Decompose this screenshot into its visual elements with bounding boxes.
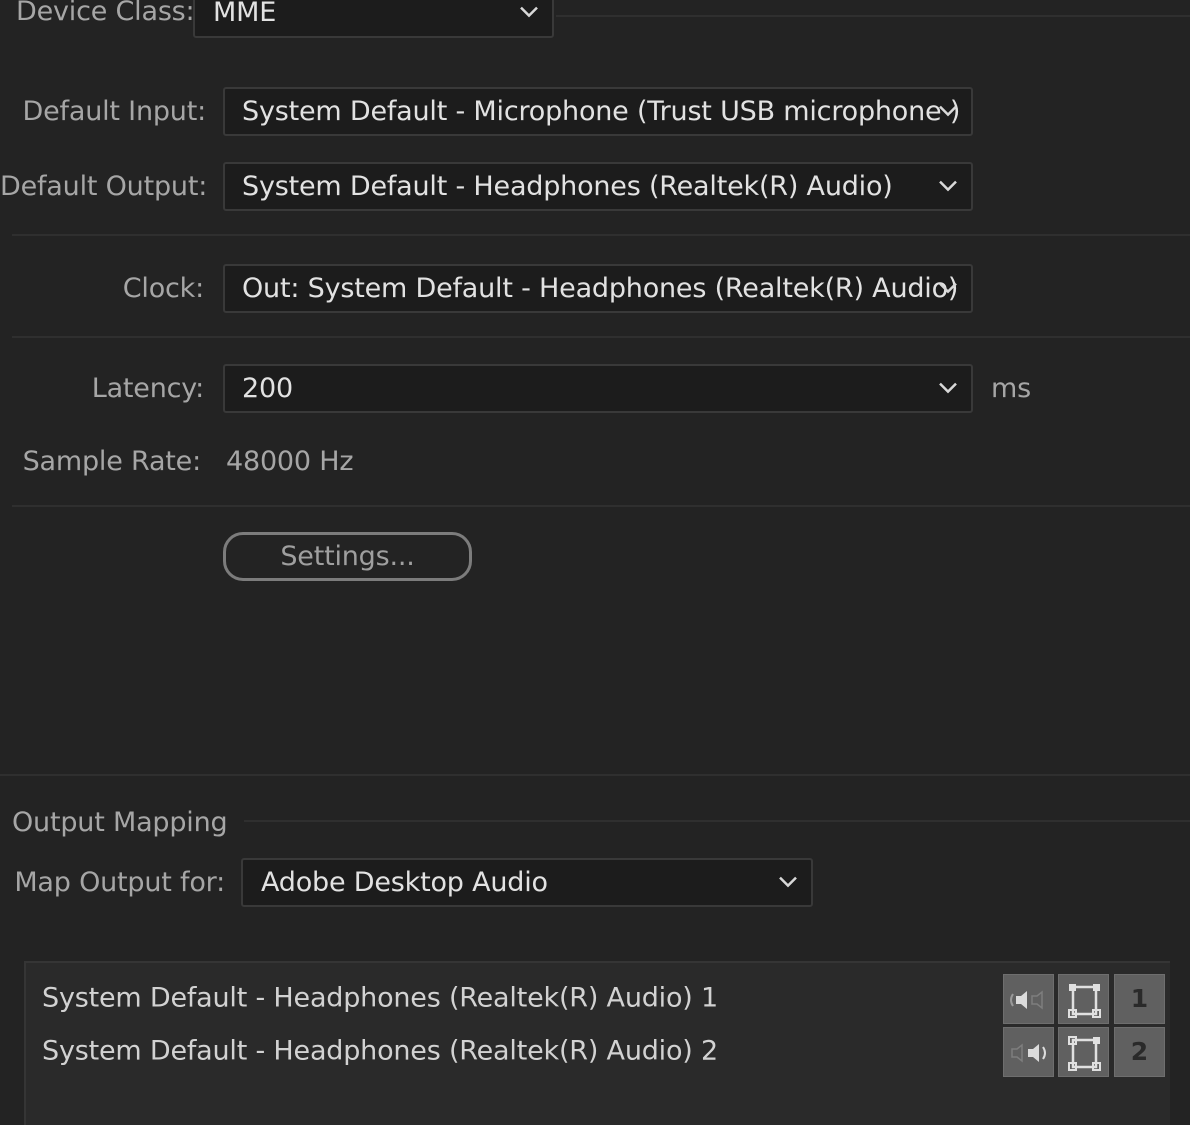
left-speaker-tile[interactable] <box>1003 974 1054 1024</box>
channel-number: 2 <box>1130 1036 1149 1066</box>
speaker-layout-icon <box>1068 984 1101 1018</box>
default-output-label: Default Output: <box>0 171 208 202</box>
clock-label: Clock: <box>122 273 204 304</box>
device-class-value: MME <box>213 0 277 28</box>
list-item: System Default - Headphones (Realtek(R) … <box>26 1026 1170 1078</box>
device-class-dropdown[interactable]: MME <box>193 0 554 38</box>
right-speaker-icon <box>1011 1043 1046 1063</box>
channel-number: 1 <box>1130 983 1149 1013</box>
audio-hardware-preferences: Device Class: MME Default Input: System … <box>0 0 1190 1125</box>
section-divider <box>0 774 1190 776</box>
chevron-down-icon <box>939 282 957 293</box>
chevron-down-icon <box>779 876 797 887</box>
sample-rate-label: Sample Rate: <box>22 446 202 477</box>
default-input-dropdown[interactable]: System Default - Microphone (Trust USB m… <box>223 87 973 136</box>
device-class-label: Device Class: <box>16 0 195 27</box>
divider <box>12 505 1190 507</box>
device-mapping-tile[interactable] <box>1058 974 1109 1024</box>
latency-label: Latency: <box>91 373 204 404</box>
map-output-for-value: Adobe Desktop Audio <box>261 866 548 898</box>
mapping-row-label: System Default - Headphones (Realtek(R) … <box>42 982 718 1014</box>
clock-value: Out: System Default - Headphones (Realte… <box>242 272 959 304</box>
channel-number-tile[interactable]: 2 <box>1114 1027 1165 1077</box>
settings-button[interactable]: Settings... <box>223 532 472 581</box>
clock-dropdown[interactable]: Out: System Default - Headphones (Realte… <box>223 264 973 313</box>
default-output-dropdown[interactable]: System Default - Headphones (Realtek(R) … <box>223 162 973 211</box>
device-class-divider <box>556 15 1190 17</box>
output-mapping-divider <box>244 820 1190 822</box>
chevron-down-icon <box>939 105 957 116</box>
divider <box>12 234 1190 236</box>
list-item: System Default - Headphones (Realtek(R) … <box>26 973 1170 1025</box>
mapping-row-label: System Default - Headphones (Realtek(R) … <box>42 1035 718 1067</box>
latency-unit: ms <box>991 373 1031 404</box>
divider <box>12 336 1190 338</box>
default-output-value: System Default - Headphones (Realtek(R) … <box>242 170 893 202</box>
output-mapping-list: System Default - Headphones (Realtek(R) … <box>24 961 1170 1125</box>
right-speaker-tile[interactable] <box>1003 1027 1054 1077</box>
chevron-down-icon <box>939 382 957 393</box>
map-output-for-dropdown[interactable]: Adobe Desktop Audio <box>241 858 813 907</box>
sample-rate-value: 48000 Hz <box>226 446 354 477</box>
default-input-label: Default Input: <box>22 96 207 127</box>
speaker-layout-icon <box>1068 1036 1101 1071</box>
latency-value: 200 <box>242 372 293 404</box>
latency-combobox[interactable]: 200 <box>223 364 973 413</box>
output-mapping-title: Output Mapping <box>12 807 228 838</box>
settings-button-label: Settings... <box>280 540 415 572</box>
device-mapping-tile[interactable] <box>1058 1027 1109 1077</box>
chevron-down-icon <box>939 180 957 191</box>
default-input-value: System Default - Microphone (Trust USB m… <box>242 95 961 127</box>
channel-number-tile[interactable]: 1 <box>1114 974 1165 1024</box>
chevron-down-icon <box>520 6 538 18</box>
map-output-for-label: Map Output for: <box>14 867 225 898</box>
left-speaker-icon <box>1010 990 1043 1010</box>
